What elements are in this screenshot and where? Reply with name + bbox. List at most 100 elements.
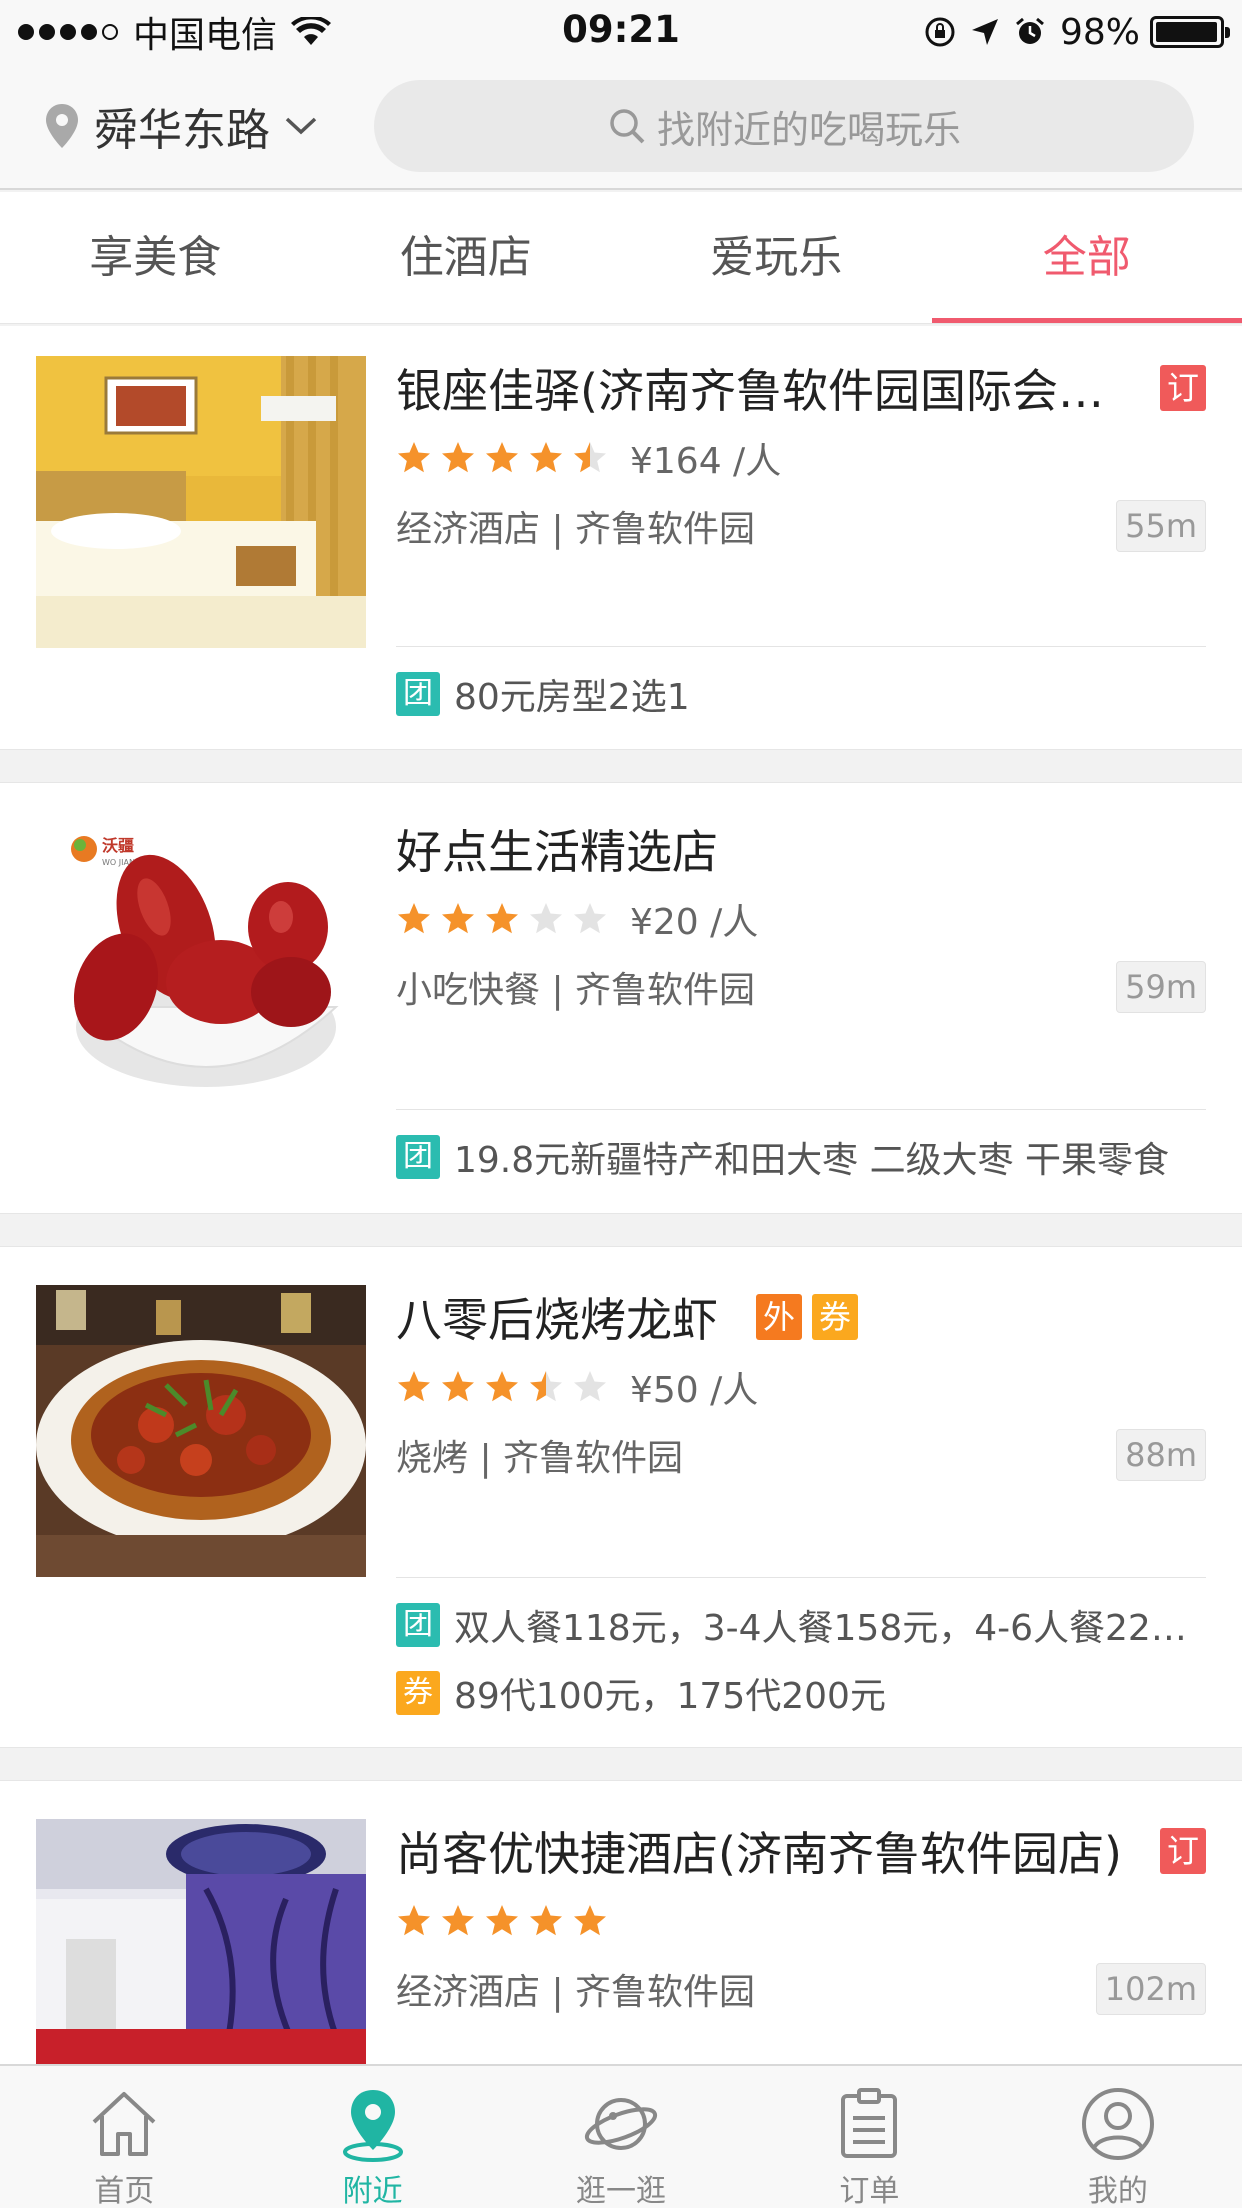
crayfish-plate-image xyxy=(36,1285,366,1577)
nav-nearby[interactable]: 附近 xyxy=(248,2066,496,2208)
deal-row[interactable]: 团 80元房型2选1 xyxy=(396,666,1206,722)
home-icon xyxy=(92,2092,156,2156)
search-placeholder: 找附近的吃喝玩乐 xyxy=(656,107,961,152)
tab-food[interactable]: 享美食 xyxy=(0,192,311,323)
star-icon xyxy=(486,442,518,473)
alarm-icon xyxy=(1016,17,1044,44)
tab-all[interactable]: 全部 xyxy=(931,192,1242,323)
category-tabs: 享美食 住酒店 爱玩乐 全部 xyxy=(0,192,1242,324)
distance-badge: 88m xyxy=(1116,1429,1206,1481)
nav-label: 附近 xyxy=(342,2174,403,2208)
chevron-down-icon xyxy=(285,117,317,135)
nearby-list: 银座佳驿(济南齐鲁软件园国际会展中心店) 订 ¥164 /人 经济酒店 | 齐鲁… xyxy=(0,326,1242,2180)
location-selector[interactable]: 舜华东路 xyxy=(44,98,318,156)
rating-row: ¥20 /人 xyxy=(396,891,1206,947)
tab-hotel[interactable]: 住酒店 xyxy=(311,192,622,323)
star-icon xyxy=(574,1371,606,1402)
nav-profile[interactable]: 我的 xyxy=(994,2066,1242,2208)
star-icon xyxy=(530,1905,562,1936)
star-icon xyxy=(442,903,474,934)
star-icon xyxy=(486,1371,518,1402)
deal-row[interactable]: 券 89代100元，175代200元 xyxy=(396,1665,1206,1721)
price-per-person: ¥164 /人 xyxy=(630,441,782,482)
logo-text: 沃疆 xyxy=(102,836,134,855)
nav-label: 首页 xyxy=(94,2174,155,2208)
category-row: 经济酒店 | 齐鲁软件园 55m xyxy=(396,498,1206,554)
deal-row[interactable]: 团 双人餐118元，3-4人餐158元，4-6人餐228元 xyxy=(396,1597,1206,1653)
takeout-badge: 外 xyxy=(756,1294,802,1340)
list-item[interactable]: 沃疆 WO JIANG 好点生活精选店 ¥20 /人 小吃快餐 | 齐鲁软件园 … xyxy=(0,782,1242,1214)
divider xyxy=(396,1577,1206,1578)
status-bar: 中国电信 09:21 98% xyxy=(0,0,1242,62)
distance-badge: 55m xyxy=(1116,500,1206,552)
star-icon xyxy=(398,442,430,473)
group-buy-badge: 团 xyxy=(396,1135,440,1179)
orientation-lock-icon xyxy=(925,17,955,47)
coupon-badge: 券 xyxy=(396,1671,440,1715)
divider xyxy=(396,1109,1206,1110)
rating-row xyxy=(396,1893,1206,1949)
list-item[interactable]: 银座佳驿(济南齐鲁软件园国际会展中心店) 订 ¥164 /人 经济酒店 | 齐鲁… xyxy=(0,326,1242,750)
category-row: 经济酒店 | 齐鲁软件园 102m xyxy=(396,1961,1206,2017)
listing-name-row: 尚客优快捷酒店(济南齐鲁软件园店) 订 xyxy=(396,1819,1206,1883)
search-input[interactable]: 找附近的吃喝玩乐 xyxy=(374,80,1194,172)
hotel-room-image xyxy=(36,356,366,648)
battery-fill xyxy=(1156,22,1217,42)
rating-row: ¥50 /人 xyxy=(396,1359,1206,1415)
nav-explore[interactable]: 逛一逛 xyxy=(497,2066,745,2208)
location-pin-icon xyxy=(342,2090,403,2162)
booking-badge: 订 xyxy=(1160,1828,1206,1874)
listing-name: 尚客优快捷酒店(济南齐鲁软件园店) xyxy=(396,1827,1122,1881)
listing-name: 八零后烧烤龙虾 xyxy=(396,1293,718,1347)
listing-name-row: 银座佳驿(济南齐鲁软件园国际会展中心店) 订 xyxy=(396,356,1206,420)
star-rating xyxy=(396,1369,616,1405)
user-icon xyxy=(1081,2088,1154,2160)
category-location: 经济酒店 | 齐鲁软件园 xyxy=(396,1972,756,2013)
location-label: 舜华东路 xyxy=(94,105,270,156)
clipboard-icon xyxy=(841,2088,898,2158)
star-icon xyxy=(398,1371,430,1402)
star-icon xyxy=(398,1905,430,1936)
group-buy-badge: 团 xyxy=(396,672,440,716)
star-icon xyxy=(486,1905,518,1936)
nav-home[interactable]: 首页 xyxy=(0,2066,248,2208)
star-icon xyxy=(530,442,562,473)
bottom-tab-bar: 首页 附近 逛一逛 订单 我的 xyxy=(0,2064,1242,2208)
star-icon xyxy=(442,1905,474,1936)
distance-badge: 102m xyxy=(1095,1963,1206,2015)
deal-row[interactable]: 团 19.8元新疆特产和田大枣 二级大枣 干果零食 xyxy=(396,1129,1206,1185)
star-icon xyxy=(486,903,518,934)
category-location: 小吃快餐 | 齐鲁软件园 xyxy=(396,970,756,1011)
category-location: 经济酒店 | 齐鲁软件园 xyxy=(396,509,756,550)
distance-badge: 59m xyxy=(1116,961,1206,1013)
location-pin-icon xyxy=(46,104,78,148)
star-icon xyxy=(530,903,562,934)
search-icon xyxy=(610,109,645,144)
group-buy-badge: 团 xyxy=(396,1603,440,1647)
star-rating xyxy=(396,440,616,476)
star-icon xyxy=(398,903,430,934)
listing-name: 银座佳驿(济南齐鲁软件园国际会展中心店) xyxy=(396,364,1126,418)
star-icon xyxy=(574,903,606,934)
battery-percent: 98% xyxy=(1059,11,1140,53)
red-dates-bowl-image: 沃疆 WO JIANG xyxy=(36,817,366,1109)
star-rating xyxy=(396,1903,616,1939)
nav-label: 逛一逛 xyxy=(576,2174,667,2208)
star-icon xyxy=(574,442,606,473)
booking-badge: 订 xyxy=(1160,365,1206,411)
category-row: 小吃快餐 | 齐鲁软件园 59m xyxy=(396,959,1206,1015)
category-location: 烧烤 | 齐鲁软件园 xyxy=(396,1438,684,1479)
battery-icon xyxy=(1150,16,1230,48)
tab-entertainment[interactable]: 爱玩乐 xyxy=(621,192,932,323)
listing-name: 好点生活精选店 xyxy=(396,825,718,879)
top-header: 舜华东路 找附近的吃喝玩乐 xyxy=(0,62,1242,190)
nav-orders[interactable]: 订单 xyxy=(745,2066,993,2208)
price-per-person: ¥20 /人 xyxy=(630,902,759,943)
nav-label: 我的 xyxy=(1087,2174,1148,2208)
divider xyxy=(396,646,1206,647)
coupon-badge: 券 xyxy=(812,1294,858,1340)
status-right: 98% xyxy=(924,10,1230,54)
deal-text: 19.8元新疆特产和田大枣 二级大枣 干果零食 xyxy=(454,1140,1170,1181)
list-item[interactable]: 八零后烧烤龙虾 外 券 ¥50 /人 烧烤 | 齐鲁软件园 88m 团 双人餐1… xyxy=(0,1246,1242,1748)
star-icon xyxy=(442,1371,474,1402)
